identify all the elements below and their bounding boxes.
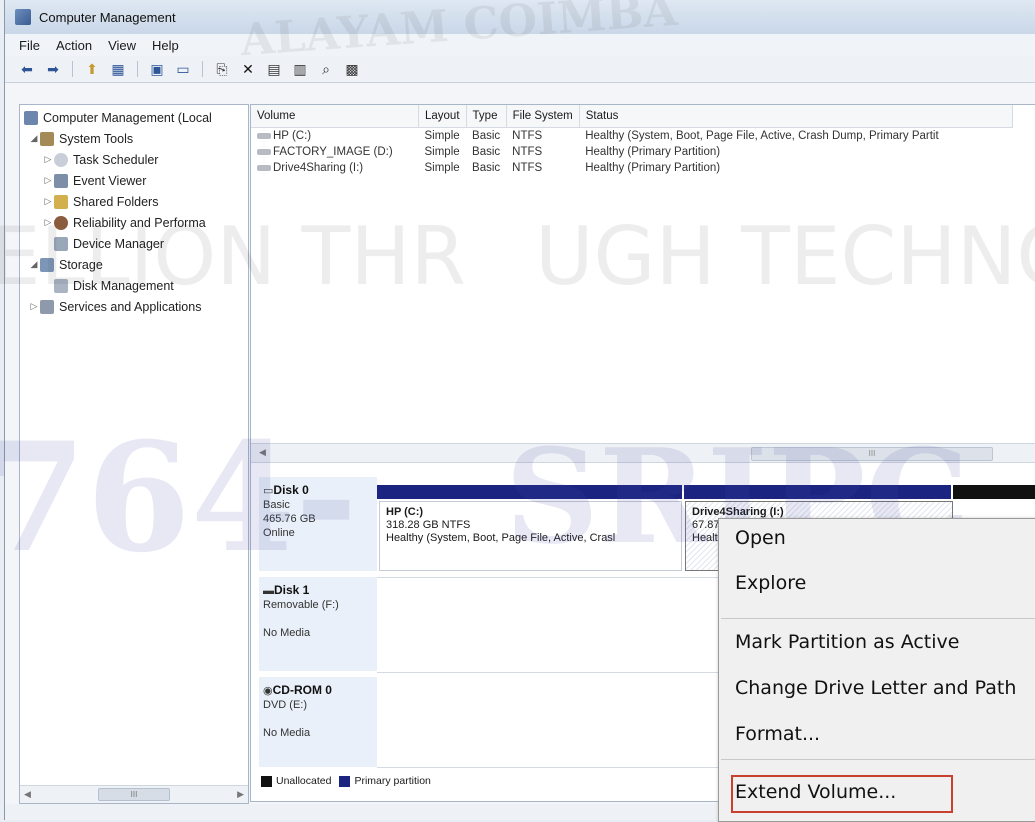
disk-icon: ▭ bbox=[263, 485, 274, 497]
navigation-tree: Computer Management (Local ◢ System Tools… bbox=[19, 104, 249, 804]
export-icon[interactable]: ⎘ bbox=[212, 60, 232, 78]
menu-view[interactable]: View bbox=[108, 38, 136, 53]
expand-arrow-icon[interactable]: ▷ bbox=[42, 175, 54, 186]
expand-arrow-icon[interactable]: ▷ bbox=[42, 196, 54, 207]
menu-item-mark-active[interactable]: Mark Partition as Active bbox=[735, 631, 959, 653]
help-icon[interactable]: ▭ bbox=[173, 60, 193, 78]
expand-arrow-icon[interactable]: ▷ bbox=[42, 154, 54, 165]
collapse-arrow-icon[interactable]: ◢ bbox=[28, 133, 40, 144]
computer-icon bbox=[24, 110, 38, 125]
column-header-file-system[interactable]: File System bbox=[506, 105, 580, 128]
disk-1-label[interactable]: ▬Disk 1 Removable (F:) No Media bbox=[259, 577, 377, 671]
removable-disk-icon: ▬ bbox=[263, 585, 274, 597]
performance-icon bbox=[54, 215, 68, 230]
up-folder-icon[interactable]: ⬆ bbox=[82, 60, 102, 78]
cd-rom-icon: ◉ bbox=[263, 685, 273, 697]
tree-node-computer-management[interactable]: Computer Management (Local bbox=[20, 107, 248, 128]
partition-bar-primary bbox=[377, 485, 682, 499]
scroll-right-arrow-icon[interactable]: ▶ bbox=[237, 789, 248, 800]
tree-node-shared-folders[interactable]: ▷ Shared Folders bbox=[20, 191, 248, 212]
menu-item-open[interactable]: Open bbox=[735, 527, 786, 549]
menu-item-explore[interactable]: Explore bbox=[735, 572, 806, 594]
tree-horizontal-scrollbar[interactable]: ◀ III ▶ bbox=[20, 785, 248, 803]
table-row[interactable]: Drive4Sharing (I:) Simple Basic NTFS Hea… bbox=[251, 160, 1012, 176]
legend: Unallocated Primary partition bbox=[261, 775, 431, 787]
legend-unallocated: Unallocated bbox=[276, 775, 332, 787]
column-header-layout[interactable]: Layout bbox=[418, 105, 467, 128]
menu-divider bbox=[721, 618, 1035, 619]
table-row[interactable]: FACTORY_IMAGE (D:) Simple Basic NTFS Hea… bbox=[251, 144, 1012, 160]
column-header-status[interactable]: Status bbox=[579, 105, 1013, 128]
tools-icon bbox=[40, 131, 54, 146]
toolbar: ⬅ ➡ ⬆ ▦ ▣ ▭ ⎘ ✕ ▤ ▥ ⌕ ▩ bbox=[5, 56, 1035, 83]
menu-item-format[interactable]: Format... bbox=[735, 723, 820, 745]
tree-node-system-tools[interactable]: ◢ System Tools bbox=[20, 128, 248, 149]
menu-file[interactable]: File bbox=[19, 38, 40, 53]
cdrom-0-label[interactable]: ◉CD-ROM 0 DVD (E:) No Media bbox=[259, 677, 377, 767]
forward-arrow-icon[interactable]: ➡ bbox=[43, 60, 63, 78]
partition-bar-primary bbox=[684, 485, 951, 499]
back-arrow-icon[interactable]: ⬅ bbox=[17, 60, 37, 78]
menu-divider bbox=[721, 759, 1035, 760]
menu-item-extend-volume[interactable]: Extend Volume... bbox=[735, 781, 896, 803]
partition-bar-unallocated bbox=[953, 485, 1035, 499]
menu-help[interactable]: Help bbox=[152, 38, 179, 53]
disk-icon[interactable]: ▤ bbox=[264, 60, 284, 78]
expand-arrow-icon[interactable]: ▷ bbox=[42, 217, 54, 228]
legend-primary: Primary partition bbox=[354, 775, 431, 787]
device-manager-icon bbox=[54, 236, 68, 251]
tree-node-reliability[interactable]: ▷ Reliability and Performa bbox=[20, 212, 248, 233]
volume-list: Volume Layout Type File System Status HP… bbox=[251, 105, 1013, 176]
scroll-left-arrow-icon[interactable]: ◀ bbox=[20, 789, 31, 800]
menu-action[interactable]: Action bbox=[56, 38, 92, 53]
context-menu: Open Explore Mark Partition as Active Ch… bbox=[718, 518, 1035, 822]
event-viewer-icon bbox=[54, 173, 68, 188]
delete-icon[interactable]: ✕ bbox=[238, 60, 258, 78]
tree-node-event-viewer[interactable]: ▷ Event Viewer bbox=[20, 170, 248, 191]
window-title: Computer Management bbox=[39, 9, 176, 25]
menu-bar: File Action View Help bbox=[5, 34, 1035, 56]
tree-node-task-scheduler[interactable]: ▷ Task Scheduler bbox=[20, 149, 248, 170]
column-header-type[interactable]: Type bbox=[466, 105, 507, 128]
volume-icon bbox=[257, 148, 271, 155]
tree-node-disk-management[interactable]: Disk Management bbox=[20, 275, 248, 296]
volume-list-horizontal-scrollbar[interactable]: ◀ III bbox=[251, 443, 1035, 463]
scrollbar-thumb[interactable]: III bbox=[751, 447, 993, 461]
tree-node-services-applications[interactable]: ▷ Services and Applications bbox=[20, 296, 248, 317]
properties-icon[interactable]: ▣ bbox=[147, 60, 167, 78]
tree-node-storage[interactable]: ◢ Storage bbox=[20, 254, 248, 275]
folder-icon[interactable]: ▥ bbox=[290, 60, 310, 78]
legend-swatch-primary bbox=[339, 775, 351, 787]
expand-arrow-icon[interactable]: ▷ bbox=[28, 301, 40, 312]
table-row[interactable]: HP (C:) Simple Basic NTFS Healthy (Syste… bbox=[251, 128, 1012, 145]
computer-management-icon bbox=[15, 9, 31, 25]
collapse-arrow-icon[interactable]: ◢ bbox=[28, 259, 40, 270]
toolbar-separator bbox=[72, 61, 73, 77]
services-icon bbox=[40, 299, 54, 314]
shared-folder-icon bbox=[54, 194, 68, 209]
volume-icon bbox=[257, 132, 271, 139]
partition-hp-c[interactable]: HP (C:) 318.28 GB NTFS Healthy (System, … bbox=[379, 501, 682, 571]
scrollbar-thumb[interactable]: III bbox=[98, 788, 170, 801]
scroll-left-arrow-icon[interactable]: ◀ bbox=[259, 447, 266, 458]
toolbar-separator bbox=[202, 61, 203, 77]
legend-swatch-unallocated bbox=[261, 775, 272, 787]
volume-icon bbox=[257, 164, 271, 171]
storage-icon bbox=[40, 257, 54, 272]
clock-icon bbox=[54, 152, 68, 167]
search-icon[interactable]: ⌕ bbox=[316, 60, 336, 78]
disk-0-label[interactable]: ▭Disk 0 Basic 465.76 GB Online bbox=[259, 477, 377, 571]
show-tree-icon[interactable]: ▦ bbox=[108, 60, 128, 78]
menu-item-change-drive-letter[interactable]: Change Drive Letter and Path bbox=[735, 677, 1016, 699]
disk-management-icon bbox=[54, 278, 68, 293]
title-bar: Computer Management bbox=[5, 0, 1035, 34]
column-header-volume[interactable]: Volume bbox=[251, 105, 419, 128]
volume-list-header: Volume Layout Type File System Status bbox=[251, 105, 1013, 128]
properties2-icon[interactable]: ▩ bbox=[342, 60, 362, 78]
tree-node-device-manager[interactable]: Device Manager bbox=[20, 233, 248, 254]
toolbar-separator bbox=[137, 61, 138, 77]
